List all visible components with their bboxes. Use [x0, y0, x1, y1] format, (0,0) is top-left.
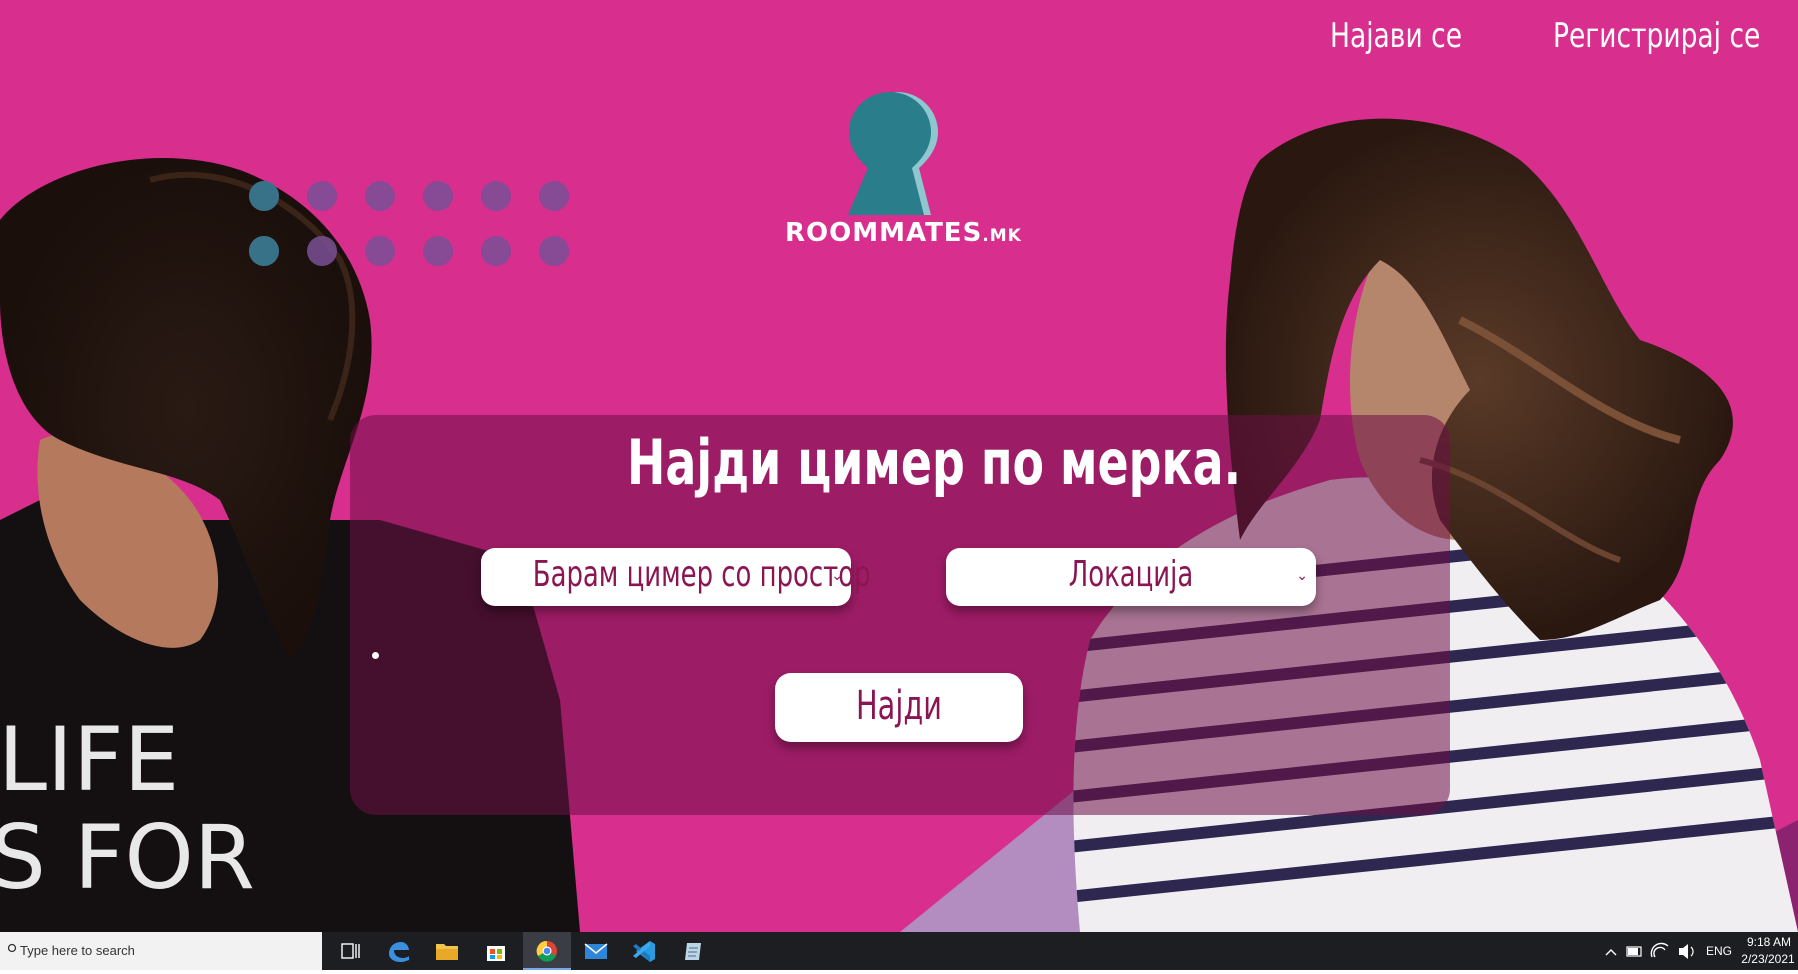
roommate-type-select-value: Барам цимер со простор: [532, 554, 871, 595]
find-button[interactable]: Најди: [775, 673, 1023, 742]
mail-icon: [584, 943, 608, 959]
find-button-label: Најди: [856, 683, 942, 729]
chevron-down-icon: ⌄: [831, 568, 843, 584]
language-indicator[interactable]: ENG: [1706, 944, 1732, 958]
mail-button[interactable]: [574, 932, 618, 970]
search-headline: Најди цимер по мерка.: [626, 426, 1242, 499]
site-logo[interactable]: ROOMMATES.MK: [785, 90, 1021, 250]
location-select[interactable]: Локација ⌄: [946, 548, 1316, 606]
location-select-value: Локација: [1068, 554, 1194, 595]
vscode-icon: [633, 941, 655, 962]
taskbar-search-box[interactable]: Type here to search: [0, 932, 322, 970]
decorative-dot-grid: [249, 181, 569, 266]
login-link[interactable]: Најави се: [1330, 16, 1462, 56]
file-explorer-button[interactable]: [425, 932, 469, 970]
logo-wordmark: ROOMMATES.MK: [785, 218, 1021, 248]
clock-time[interactable]: 9:18 AM: [1744, 935, 1794, 949]
shirt-print-line1: LIFE: [0, 708, 179, 811]
notepad-icon: [685, 943, 701, 960]
task-view-icon: [341, 943, 360, 959]
store-icon: [487, 946, 505, 961]
hero-section: LIFE S FOR Најави се Регистрирај се ROOM…: [0, 0, 1798, 932]
task-view-button[interactable]: [328, 932, 372, 970]
chrome-button[interactable]: [523, 932, 571, 970]
system-tray-icons: [1605, 942, 1694, 959]
roommate-type-select[interactable]: Барам цимер со простор ⌄: [481, 548, 871, 606]
decorative-dot: [372, 652, 379, 659]
chevron-down-icon: ⌄: [1296, 568, 1308, 584]
logo-wordmark-suffix: .MK: [982, 226, 1022, 246]
shirt-print-line2: S FOR: [0, 806, 255, 909]
volume-icon: [1679, 944, 1688, 959]
windows-taskbar: Type here to search ENG 9:18 AM 2/23/202…: [0, 932, 1798, 970]
edge-button[interactable]: [375, 932, 419, 970]
keyhole-icon: [848, 92, 938, 215]
logo-wordmark-main: ROOMMATES: [785, 218, 983, 248]
notepad-button[interactable]: [671, 932, 715, 970]
chrome-icon: [536, 940, 557, 962]
store-button[interactable]: [474, 932, 518, 970]
chevron-up-icon: [1605, 949, 1617, 956]
edge-icon: [389, 942, 409, 962]
vscode-button[interactable]: [622, 932, 666, 970]
taskbar-search-placeholder: Type here to search: [20, 943, 135, 958]
register-link[interactable]: Регистрирај се: [1553, 16, 1760, 56]
folder-icon: [436, 944, 458, 960]
clock-date[interactable]: 2/23/2021: [1738, 952, 1798, 966]
search-icon: [8, 943, 17, 953]
